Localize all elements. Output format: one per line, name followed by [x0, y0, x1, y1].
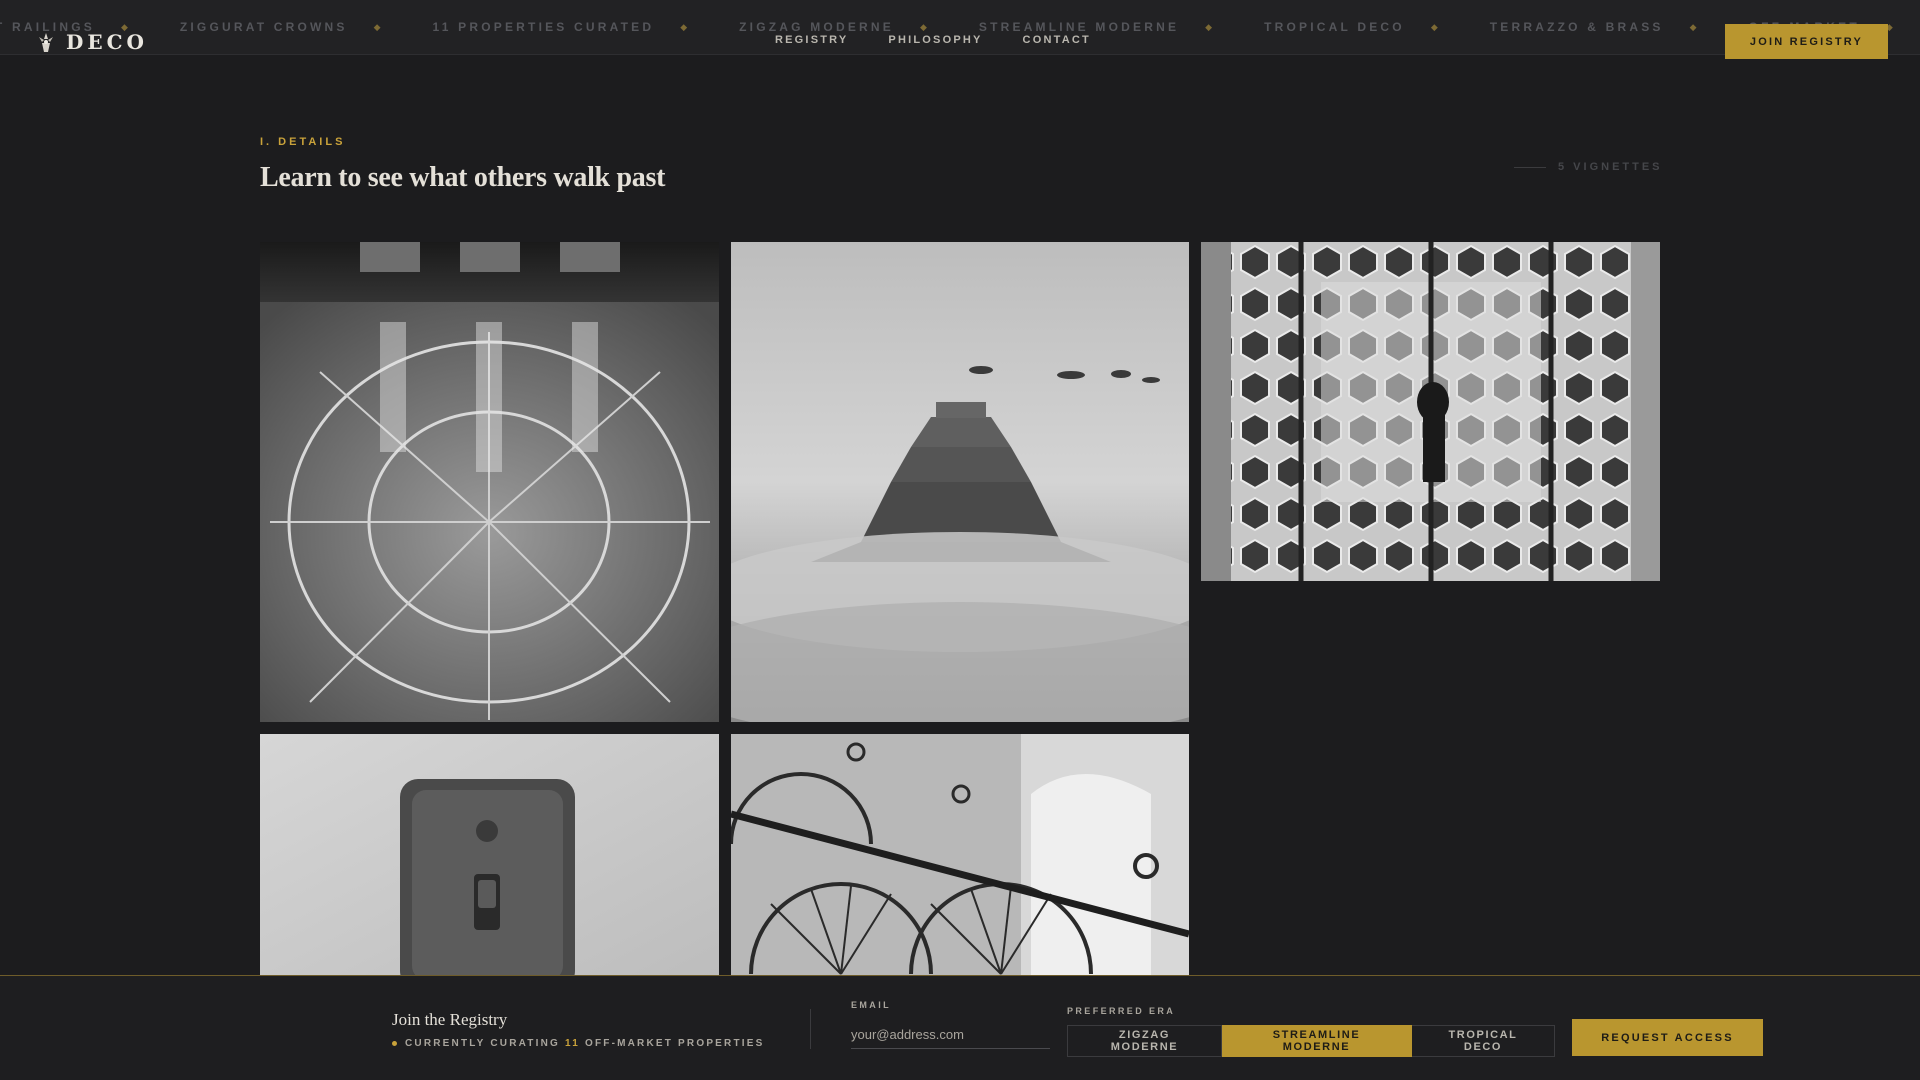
- terrazzo-floor-image: [260, 242, 719, 722]
- marquee-item: ZIGZAG MODERNE: [739, 20, 894, 34]
- era-selector: ZIGZAG MODERNE STREAMLINE MODERNE TROPIC…: [1067, 1025, 1555, 1057]
- marquee-item: 11 PROPERTIES CURATED: [432, 20, 655, 34]
- status-dot-icon: [392, 1041, 397, 1046]
- marquee-item: ZIGGURAT CROWNS: [179, 20, 348, 34]
- era-option-streamline-moderne[interactable]: STREAMLINE MODERNE: [1222, 1025, 1412, 1057]
- marquee-item: TERRAZZO & BRASS: [1489, 20, 1664, 34]
- vignette-count-text: 5 VIGNETTES: [1558, 161, 1663, 173]
- signup-subtitle-suffix: OFF-MARKET PROPERTIES: [584, 1038, 765, 1049]
- nav-link-philosophy[interactable]: PHILOSOPHY: [888, 34, 982, 46]
- gallery-tile-hexagon-lobby[interactable]: [1201, 242, 1660, 581]
- diamond-separator-icon: ◆: [373, 21, 381, 32]
- gallery-tile-ziggurat[interactable]: [731, 242, 1189, 722]
- marquee-track: CAST RAILINGS◆ZIGGURAT CROWNS◆11 PROPERT…: [0, 20, 1920, 34]
- gallery-tile-terrazzo-floor[interactable]: [260, 242, 719, 722]
- section-label: I. DETAILS: [260, 136, 346, 148]
- diamond-separator-icon: ◆: [1205, 21, 1213, 32]
- diamond-separator-icon: ◆: [1689, 21, 1697, 32]
- nav-link-registry[interactable]: REGISTRY: [775, 34, 848, 46]
- registry-signup-bar: Join the Registry CURRENTLY CURATING 11 …: [0, 975, 1920, 1080]
- signup-subtitle: CURRENTLY CURATING 11 OFF-MARKET PROPERT…: [392, 1038, 765, 1049]
- section-title: Learn to see what others walk past: [260, 162, 666, 193]
- nav-link-contact[interactable]: CONTACT: [1023, 34, 1091, 46]
- diamond-separator-icon: ◆: [680, 21, 688, 32]
- diamond-separator-icon: ◆: [1430, 21, 1438, 32]
- footer-divider: [810, 1009, 811, 1049]
- sunburst-logo-icon: [39, 33, 53, 52]
- light-switch-image: [260, 734, 719, 975]
- era-option-zigzag-moderne[interactable]: ZIGZAG MODERNE: [1067, 1025, 1222, 1057]
- marquee-item: TROPICAL DECO: [1264, 20, 1405, 34]
- vignette-count-rule: [1514, 166, 1546, 168]
- marquee-item: STREAMLINE MODERNE: [978, 20, 1180, 34]
- era-option-tropical-deco[interactable]: TROPICAL DECO: [1412, 1025, 1555, 1057]
- main-nav: REGISTRY PHILOSOPHY CONTACT: [775, 34, 1131, 46]
- email-input[interactable]: [851, 1021, 1050, 1049]
- gallery-tile-stair-railing[interactable]: [731, 734, 1189, 975]
- stair-railing-image: [731, 734, 1189, 975]
- request-access-button[interactable]: REQUEST ACCESS: [1572, 1019, 1763, 1056]
- vignette-count: 5 VIGNETTES: [1514, 161, 1663, 173]
- join-registry-button[interactable]: JOIN REGISTRY: [1725, 24, 1888, 59]
- property-count: 11: [564, 1038, 580, 1049]
- site-header: CAST RAILINGS◆ZIGGURAT CROWNS◆11 PROPERT…: [0, 0, 1920, 59]
- logo-link[interactable]: DECO: [36, 30, 148, 54]
- preferred-era-label: PREFERRED ERA: [1067, 1006, 1176, 1016]
- ziggurat-image: [731, 242, 1189, 722]
- email-label: EMAIL: [851, 1000, 891, 1010]
- signup-title: Join the Registry: [392, 1010, 508, 1029]
- hexagon-lobby-image: [1201, 242, 1660, 581]
- logo-text: DECO: [66, 30, 148, 54]
- gallery-tile-light-switch[interactable]: [260, 734, 719, 975]
- diamond-separator-icon: ◆: [919, 21, 927, 32]
- signup-subtitle-prefix: CURRENTLY CURATING: [405, 1038, 560, 1049]
